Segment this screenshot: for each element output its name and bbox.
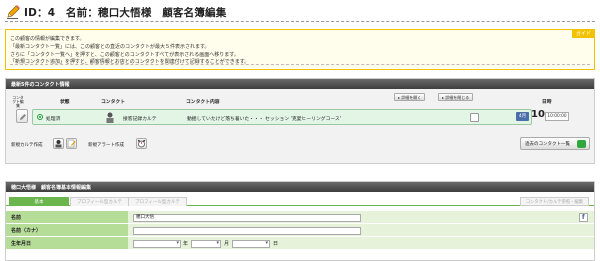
note-icon <box>67 139 76 148</box>
facebook-glyph: f <box>582 214 585 221</box>
contact-status: 処理済 <box>46 117 61 122</box>
guide-line: この顧客の情報が編集できます。 <box>10 36 85 42</box>
name-body: 穂口大悟 f <box>128 211 594 223</box>
col-date-header: 日時 <box>542 100 552 105</box>
person-icon <box>55 140 62 148</box>
document-icon[interactable] <box>470 113 479 122</box>
month-unit: 月 <box>224 241 230 247</box>
name-input[interactable]: 穂口大悟 <box>133 214 361 222</box>
contact-time: 10:00:00 <box>545 112 569 121</box>
col-status-header: 状態 <box>60 100 70 105</box>
contact-row[interactable]: 処理済 接客記録カルテ 動揺していたけど落ち着いた・・・ セッション '克愛ヒー… <box>32 109 532 125</box>
past-contacts-list-button[interactable]: 過去のコンタクト一覧 <box>520 137 590 150</box>
col-edit-header: コンタクト編集 <box>12 95 24 108</box>
basic-info-panel: 穂口大悟様 顧客名簿基本情報編集 基本 プロフィール型カルテ プロフィール型カル… <box>5 181 595 261</box>
tab-contact-chart-edit[interactable]: コンタクト/カルテ参照・編集 <box>519 197 589 206</box>
birth-month-select[interactable] <box>191 240 221 248</box>
page-title: ID：4 名前：穂口大悟様 顧客名簿編集 <box>24 7 227 19</box>
kana-row: 名前（カナ） <box>6 223 594 236</box>
year-unit: 年 <box>183 241 189 247</box>
edit-contact-button[interactable] <box>16 109 28 123</box>
basic-info-tabs: 基本 プロフィール型カルテ プロフィール型カルテ コンタクト/カルテ参照・編集 <box>6 195 594 206</box>
recent-contacts-heading: 最新5件のコンタクト情報 <box>6 79 594 89</box>
facebook-icon[interactable]: f <box>579 213 588 222</box>
contact-content: 動揺していたけど落ち着いた・・・ セッション '克愛ヒーリングコース' <box>187 117 342 122</box>
name-row: 名前 穂口大悟 f <box>6 210 594 223</box>
birthdate-row: 生年月日 年 月 日 <box>6 236 594 249</box>
past-contacts-list-label: 過去のコンタクト一覧 <box>525 142 570 147</box>
birth-year-select[interactable] <box>133 240 181 248</box>
kana-input[interactable] <box>133 227 361 235</box>
contact-day: 10 <box>531 109 545 120</box>
close-detail-label: 詳細を閉じる <box>445 95 470 100</box>
guide-box: ガイド この顧客の情報が編集できます。 「最新コンタクト一覧」には、この顧客との… <box>5 29 595 70</box>
guide-line: 「最新コンタクト一覧」には、この顧客との直近のコンタクトが最大５件表示されます。 <box>10 43 210 50</box>
new-chart-label: 新規カルテ作成 <box>11 143 43 148</box>
birthdate-body: 年 月 日 <box>128 237 594 249</box>
kana-label: 名前（カナ） <box>6 224 128 236</box>
birth-day-select[interactable] <box>232 240 270 248</box>
page-header: ID：4 名前：穂口大悟様 顧客名簿編集 <box>0 0 600 24</box>
guide-badge: ガイド <box>571 29 595 38</box>
edit-pencil-icon <box>20 114 26 120</box>
chat-bubble-icon <box>577 140 586 148</box>
col-content-header: コンタクト内容 <box>186 100 220 105</box>
contact-month: 4月 <box>516 112 529 121</box>
new-chart-note-icon[interactable] <box>66 138 77 149</box>
new-chart-icon[interactable] <box>53 138 64 149</box>
day-unit: 日 <box>273 241 279 247</box>
alarm-clock-icon <box>137 139 146 148</box>
new-alert-label: 新規アラート作成 <box>88 143 124 148</box>
processed-status-icon <box>37 114 43 120</box>
contact-type: 接客記録カルテ <box>123 117 157 122</box>
tab-profile-chart[interactable]: プロフィール型カルテ <box>70 197 129 206</box>
basic-info-heading: 穂口大悟様 顧客名簿基本情報編集 <box>6 182 594 192</box>
pencil-icon <box>7 5 20 19</box>
contacts-columns: コンタクト編集 状態 コンタクト コンタクト内容 日時 <box>6 96 594 108</box>
name-label: 名前 <box>6 211 128 223</box>
col-contact-header: コンタクト <box>101 100 125 105</box>
tab-basic[interactable]: 基本 <box>9 197 69 206</box>
title-divider <box>5 21 595 22</box>
guide-divider <box>10 64 590 65</box>
open-detail-button[interactable]: ▸ 詳細を開く <box>394 93 426 101</box>
new-alert-icon[interactable] <box>136 138 147 149</box>
birthdate-label: 生年月日 <box>6 237 128 249</box>
staff-avatar-icon <box>106 112 114 123</box>
open-detail-label: 詳細を開く <box>401 95 422 100</box>
guide-text: この顧客の情報が編集できます。 「最新コンタクト一覧」には、この顧客との直近のコ… <box>10 36 249 67</box>
kana-body <box>128 224 594 236</box>
close-detail-button[interactable]: ▸ 詳細を閉じる <box>438 93 474 101</box>
tab-profile-chart-2[interactable]: プロフィール型カルテ <box>128 197 187 206</box>
recent-contacts-panel: 最新5件のコンタクト情報 コンタクト編集 状態 コンタクト コンタクト内容 日時… <box>5 78 595 164</box>
